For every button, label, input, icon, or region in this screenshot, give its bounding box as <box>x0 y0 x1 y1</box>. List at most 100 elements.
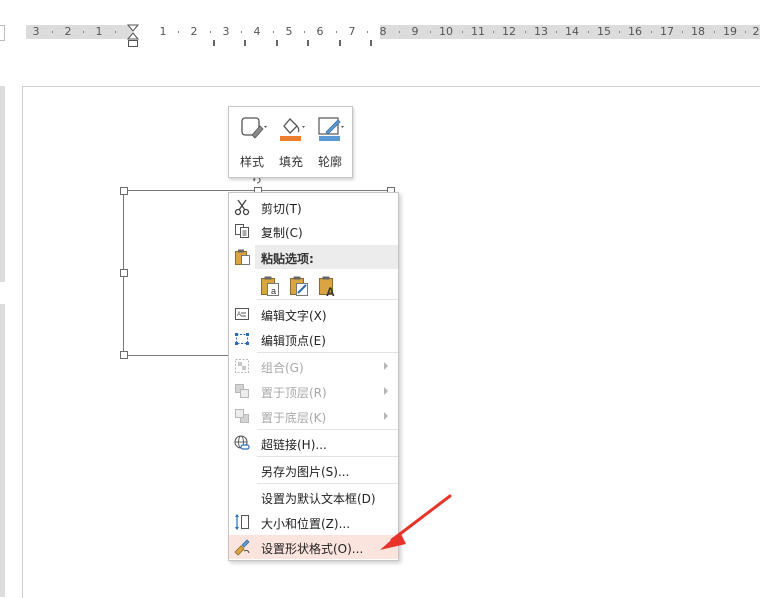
red-annotation-arrow-icon <box>380 494 452 550</box>
ruler-tick <box>588 31 589 33</box>
ruler-number: 1 <box>159 25 167 38</box>
ruler-number: 13 <box>534 25 548 38</box>
ruler-number: 2 <box>752 25 760 38</box>
fill-label: 填充 <box>278 155 303 169</box>
menu-separator <box>257 429 398 430</box>
ruler-number: 11 <box>471 25 485 38</box>
ruler-tick <box>52 31 53 33</box>
menu-item-bring-to-front[interactable]: 置于顶层(R) <box>229 379 398 403</box>
pen-outline-icon <box>318 117 344 141</box>
ruler-number: 7 <box>348 25 356 38</box>
ruler-tick <box>714 31 715 33</box>
menu-item-cut[interactable]: 剪切(T) <box>229 195 398 219</box>
tab-stop[interactable] <box>213 40 215 46</box>
ruler-tick <box>83 31 84 33</box>
paste-text-only-icon[interactable]: A <box>317 275 339 297</box>
vertical-ruler-text-area <box>0 282 5 304</box>
ruler-number: 12 <box>502 25 516 38</box>
ruler-number: 14 <box>565 25 579 38</box>
ruler-tick <box>619 31 620 33</box>
ruler-tick <box>682 31 683 33</box>
ruler-tick <box>115 31 116 33</box>
ruler-number: 4 <box>253 25 261 38</box>
outline-label: 轮廓 <box>317 155 342 169</box>
ruler-tick <box>178 31 179 33</box>
tab-stop[interactable] <box>307 40 309 46</box>
outline-button[interactable]: 轮廓 <box>311 113 349 171</box>
group-icon <box>235 359 249 373</box>
ruler-number: 3 <box>222 25 230 38</box>
fill-button[interactable]: 填充 <box>272 113 310 171</box>
ruler-tick <box>493 31 494 33</box>
tab-stop[interactable] <box>244 40 246 46</box>
submenu-arrow-icon <box>384 387 388 395</box>
paste-merge-formatting-icon[interactable] <box>288 275 310 297</box>
resize-handle-bottom-left[interactable] <box>120 351 128 359</box>
ruler-number: 15 <box>597 25 611 38</box>
submenu-arrow-icon <box>384 362 388 370</box>
menu-separator <box>257 483 398 484</box>
paste-keep-source-formatting-icon[interactable]: a <box>259 275 281 297</box>
format-shape-icon <box>234 539 250 556</box>
ruler-number: 17 <box>660 25 674 38</box>
style-button[interactable]: 样式 <box>233 113 271 171</box>
menu-item-group[interactable]: 组合(G) <box>229 354 398 378</box>
ruler-tick <box>210 31 211 33</box>
tab-stop[interactable] <box>276 40 278 46</box>
ruler-number: 1 <box>95 25 103 38</box>
size-position-icon <box>235 514 249 530</box>
paste-clipboard-icon <box>235 249 250 265</box>
ruler-number: 8 <box>379 25 387 38</box>
style-label: 样式 <box>239 155 264 169</box>
hyperlink-globe-icon <box>234 435 250 450</box>
svg-text:a: a <box>271 286 276 296</box>
tab-stop[interactable] <box>339 40 341 46</box>
ruler-number: 18 <box>691 25 705 38</box>
paint-bucket-icon <box>280 118 305 141</box>
menu-item-save-as-picture[interactable]: 另存为图片(S)... <box>229 458 398 482</box>
menu-separator <box>257 456 398 457</box>
bring-to-front-icon <box>235 384 249 398</box>
ruler-tick <box>430 31 431 33</box>
indent-marker-icon[interactable] <box>127 24 139 48</box>
resize-handle-left[interactable] <box>120 269 128 277</box>
vertical-ruler[interactable] <box>0 86 5 597</box>
menu-item-send-to-back[interactable]: 置于底层(K) <box>229 404 398 428</box>
ruler-number: 10 <box>439 25 453 38</box>
send-to-back-icon <box>235 409 249 423</box>
ruler-tick <box>241 31 242 33</box>
resize-handle-top-left[interactable] <box>120 187 128 195</box>
ruler-number: 3 <box>32 25 40 38</box>
menu-separator <box>257 299 398 300</box>
mini-toolbar: 样式 填充 轮廓 <box>228 106 353 178</box>
ruler-tick <box>304 31 305 33</box>
submenu-arrow-icon <box>384 412 388 420</box>
tab-stop[interactable] <box>370 40 372 46</box>
ruler-number: 6 <box>316 25 324 38</box>
svg-text:A: A <box>326 285 335 297</box>
menu-item-edit-text[interactable]: A 编辑文字(X) <box>229 302 398 326</box>
ruler-number: 2 <box>190 25 198 38</box>
ruler-number: 9 <box>411 25 419 38</box>
ruler-number: 16 <box>628 25 642 38</box>
ruler-tick <box>556 31 557 33</box>
menu-separator <box>257 352 398 353</box>
menu-item-edit-points[interactable]: 编辑顶点(E) <box>229 327 398 351</box>
ruler-left-edge <box>0 25 5 41</box>
ruler-tick <box>336 31 337 33</box>
ruler-tick <box>651 31 652 33</box>
ruler-tick <box>745 31 746 33</box>
scissors-icon <box>234 199 250 216</box>
ruler-tick <box>525 31 526 33</box>
svg-text:A: A <box>237 312 241 318</box>
ruler-tick <box>273 31 274 33</box>
edit-text-icon: A <box>235 308 249 320</box>
shape-style-icon <box>241 117 267 139</box>
copy-icon <box>235 224 249 238</box>
edit-points-icon <box>235 333 249 345</box>
menu-item-hyperlink[interactable]: 超链接(H)... <box>229 431 398 455</box>
ruler-tick <box>367 31 368 33</box>
ruler-tick <box>399 31 400 33</box>
ruler-number: 5 <box>285 25 293 38</box>
menu-item-copy[interactable]: 复制(C) <box>229 219 398 243</box>
